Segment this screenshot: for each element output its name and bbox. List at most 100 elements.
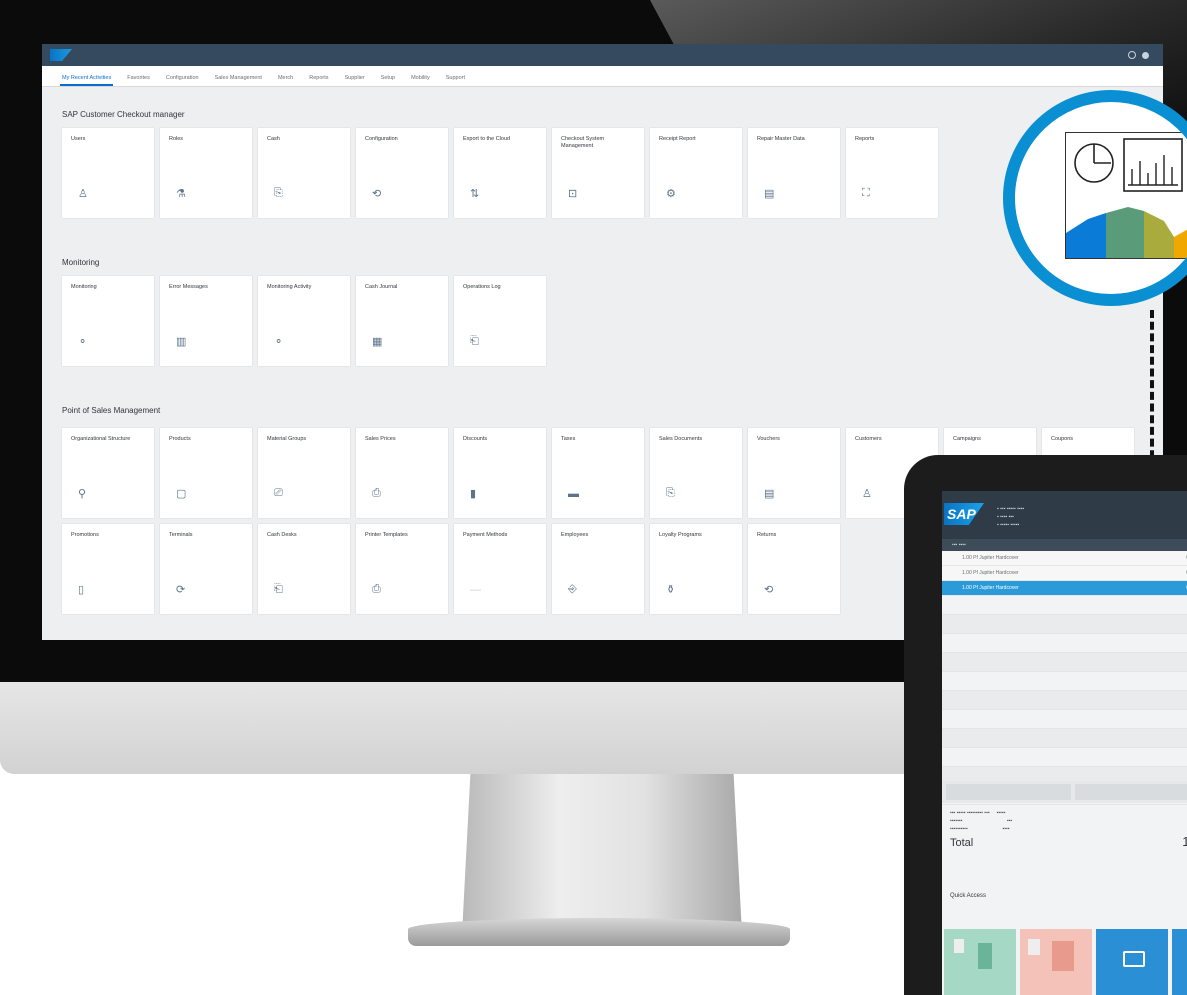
sap-logo-large: SAP — [944, 503, 984, 525]
tile-icon: ▦ — [372, 336, 383, 348]
launchpad-tile[interactable]: Cash Journal ▦ — [356, 276, 448, 366]
tile-title: Monitoring Activity — [267, 284, 312, 290]
launchpad-tile[interactable]: Cash Desks ⎗ — [258, 524, 350, 614]
tile-title: Products — [169, 436, 191, 442]
empty-row — [942, 615, 1187, 634]
launchpad-tile[interactable]: Checkout System Management ⊡ — [552, 128, 644, 218]
launchpad-tile[interactable]: Sales Prices ⎙ — [356, 428, 448, 518]
tile-icon: ⚲ — [78, 488, 87, 500]
launchpad-tile[interactable]: Configuration ⟲ — [356, 128, 448, 218]
launchpad-tile[interactable]: Vouchers ▤ — [748, 428, 840, 518]
tile-title: Sales Documents — [659, 436, 703, 442]
empty-row — [942, 596, 1187, 615]
analytics-illustration — [1065, 132, 1187, 259]
launchpad-tile[interactable]: Products ▢ — [160, 428, 252, 518]
tile-title: Promotions — [71, 532, 99, 538]
launchpad-tile[interactable]: Monitoring Activity ⚬ — [258, 276, 350, 366]
launchpad-tile[interactable]: Employees ⎆ — [552, 524, 644, 614]
product-image — [1052, 941, 1074, 971]
sap-logo[interactable] — [50, 49, 72, 61]
launchpad-tile[interactable]: Taxes ▬ — [552, 428, 644, 518]
launchpad-tile[interactable]: Roles ⚗ — [160, 128, 252, 218]
tab-3[interactable]: Sales Management — [213, 75, 264, 86]
launchpad-tile[interactable]: Cash ⎘ — [258, 128, 350, 218]
tile-icon: ▮ — [470, 488, 477, 500]
launchpad-tile[interactable]: Material Groups ⎚ — [258, 428, 350, 518]
tile-title: Cash — [267, 136, 280, 142]
launchpad-tile[interactable]: Returns ⟲ — [748, 524, 840, 614]
tile-icon: — — [470, 584, 481, 596]
launchpad-tile[interactable]: Operations Log ⎗ — [454, 276, 546, 366]
tile-icon: ♙ — [862, 488, 872, 500]
tile-title: Employees — [561, 532, 589, 538]
receipt-row[interactable]: 1.00 Pf Jupiter Hardcover0.00 — [942, 566, 1187, 581]
tab-1[interactable]: Favorites — [125, 75, 152, 86]
tile-icon: ⟲ — [764, 584, 774, 596]
summary-lines: ▪▪▪ ▪▪▪▪▪ ▪▪▪▪▪▪▪▪▪ ▪▪▪ ▪▪▪▪▪ ▪▪▪▪▪▪▪ ▪▪… — [942, 803, 1187, 839]
summary-line: ▪▪▪ ▪▪▪▪▪ ▪▪▪▪▪▪▪▪▪ ▪▪▪ ▪▪▪▪▪ — [950, 810, 1006, 816]
tile-icon: ▥ — [176, 336, 187, 348]
launchpad-tile[interactable]: Discounts ▮ — [454, 428, 546, 518]
search-icon[interactable] — [1128, 51, 1136, 59]
tile-icon: ⎗ — [470, 335, 479, 347]
tab-7[interactable]: Setup — [379, 75, 397, 86]
empty-rows — [942, 596, 1187, 805]
receipt-list: 1.00 Pf Jupiter Hardcover0.001.00 Pf Jup… — [942, 551, 1187, 596]
tile-icon: ⊡ — [568, 188, 578, 200]
receipt-row[interactable]: 1.00 Pf Jupiter Hardcover0.00 — [942, 581, 1187, 596]
tile-icon: ⚬ — [274, 336, 284, 348]
tile-icon: ⚗ — [176, 188, 186, 200]
product-image — [978, 943, 992, 969]
launchpad-tile[interactable]: Reports ⛶ — [846, 128, 938, 218]
receipt-summary: ▪▪▪ ▪▪▪▪▪ ▪▪▪▪▪▪▪▪▪ ▪▪▪ ▪▪▪▪▪ ▪▪▪▪▪▪▪ ▪▪… — [942, 781, 1187, 839]
group-title: SAP Customer Checkout manager — [62, 110, 185, 119]
tab-4[interactable]: Merch — [276, 75, 295, 86]
summary-bar — [942, 781, 1187, 803]
tile-icon: ⇅ — [470, 188, 480, 200]
tile-icon: ▬ — [568, 488, 579, 500]
payment-button[interactable] — [1096, 929, 1168, 995]
launchpad-tile[interactable]: Organizational Structure ⚲ — [62, 428, 154, 518]
launchpad-tile[interactable]: Payment Methods — — [454, 524, 546, 614]
launchpad-tile[interactable]: Sales Documents ⎘ — [650, 428, 742, 518]
column-label: ▪▪▪ ▪▪▪▪ — [952, 542, 966, 548]
shell-bar-actions — [1128, 51, 1155, 59]
launchpad-tile[interactable]: Users ♙ — [62, 128, 154, 218]
tile-title: Cash Journal — [365, 284, 398, 290]
receipt-row[interactable]: 1.00 Pf Jupiter Hardcover0.00 — [942, 551, 1187, 566]
launchpad-tile[interactable]: Receipt Report ⚙ — [650, 128, 742, 218]
launchpad-tile[interactable]: Loyalty Programs ⚱ — [650, 524, 742, 614]
tile-icon: ⟳ — [176, 584, 186, 596]
action-button[interactable] — [1172, 929, 1187, 995]
tab-2[interactable]: Configuration — [164, 75, 201, 86]
launchpad-tile[interactable]: Repair Master Data ▤ — [748, 128, 840, 218]
tab-6[interactable]: Supplier — [343, 75, 367, 86]
tab-0[interactable]: My Recent Activities — [60, 75, 114, 86]
group-title: Monitoring — [62, 258, 100, 267]
empty-row — [942, 710, 1187, 729]
launchpad-tile[interactable]: Terminals ⟳ — [160, 524, 252, 614]
launchpad-tile[interactable]: Promotions ▯ — [62, 524, 154, 614]
tile-title: Discounts — [463, 436, 488, 442]
launchpad-tile[interactable]: Export to the Cloud ⇅ — [454, 128, 546, 218]
tile-icon: ▤ — [764, 488, 775, 500]
tile-title: Export to the Cloud — [463, 136, 511, 142]
tab-9[interactable]: Support — [444, 75, 467, 86]
tile-title: Monitoring — [71, 284, 97, 290]
tab-8[interactable]: Mobility — [409, 75, 432, 86]
launchpad-tile[interactable]: Printer Templates ⎙ — [356, 524, 448, 614]
tile-title: Configuration — [365, 136, 398, 142]
tile-title: Repair Master Data — [757, 136, 805, 142]
launchpad-tile[interactable]: Monitoring ⚬ — [62, 276, 154, 366]
tab-5[interactable]: Reports — [307, 75, 330, 86]
total-label: Total — [950, 837, 974, 849]
receipt-row-label: 1.00 Pf Jupiter Hardcover — [962, 555, 1019, 561]
quick-item-button[interactable] — [944, 929, 1016, 995]
quick-item-button[interactable] — [1020, 929, 1092, 995]
avatar[interactable] — [1142, 51, 1149, 59]
product-image — [1028, 939, 1040, 955]
pos-header-info: ▪ ▪▪▪ ▪▪▪▪▪ ▪▪▪▪ ▪ ▪▪▪▪ ▪▪▪ ▪ ▪▪▪▪▪ ▪▪▪▪… — [997, 505, 1024, 529]
tile-icon: ⎙ — [372, 487, 381, 499]
launchpad-tile[interactable]: Error Messages ▥ — [160, 276, 252, 366]
header-line: ▪ ▪▪▪▪▪ ▪▪▪▪▪ — [997, 522, 1020, 528]
